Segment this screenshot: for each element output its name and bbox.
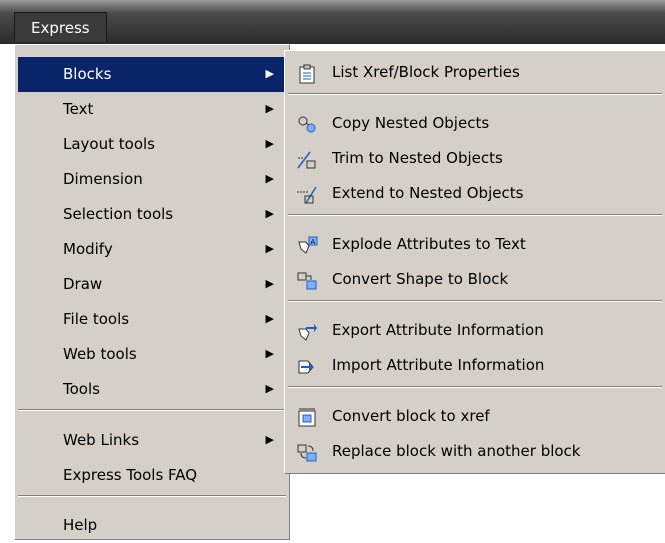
import-attributes-icon: [296, 355, 318, 375]
menu-item-label: Layout tools: [63, 135, 155, 153]
menu-item-selection-tools[interactable]: Selection tools ▶: [18, 197, 286, 232]
menu-item-label: Draw: [63, 275, 103, 293]
submenu-item-export-attribute-information[interactable]: Export Attribute Information: [288, 313, 660, 348]
menu-separator: [288, 300, 662, 302]
submenu-item-list-xref-block-properties[interactable]: List Xref/Block Properties: [288, 55, 660, 90]
menu-bar: Express: [0, 0, 665, 44]
submenu-item-replace-block-with-another-block[interactable]: Replace block with another block: [288, 434, 660, 469]
menu-item-label: File tools: [63, 310, 130, 328]
menu-item-file-tools[interactable]: File tools ▶: [18, 302, 286, 337]
trim-nested-icon: [296, 148, 318, 169]
submenu-arrow-icon: ▶: [265, 67, 274, 80]
submenu-item-label: Explode Attributes to Text: [332, 235, 526, 253]
menu-item-label: Help: [63, 516, 98, 534]
express-menu: Blocks ▶ Text ▶ Layout tools ▶ Dimension…: [14, 44, 290, 540]
submenu-item-import-attribute-information[interactable]: Import Attribute Information: [288, 348, 660, 383]
menu-separator: [18, 495, 286, 497]
menu-item-help[interactable]: Help: [18, 508, 286, 543]
menu-item-web-links[interactable]: Web Links ▶: [18, 423, 286, 458]
submenu-item-extend-to-nested-objects[interactable]: Extend to Nested Objects: [288, 176, 660, 211]
submenu-item-label: Extend to Nested Objects: [332, 184, 524, 202]
convert-xref-icon: [296, 406, 318, 427]
menu-item-label: Express Tools FAQ: [63, 466, 198, 484]
menu-item-label: Blocks: [63, 65, 112, 83]
drawing-area[interactable]: [290, 474, 665, 540]
explode-attributes-icon: A: [296, 234, 318, 254]
menu-item-tools[interactable]: Tools ▶: [18, 372, 286, 407]
convert-shape-icon: [296, 269, 318, 290]
submenu-arrow-icon: ▶: [265, 207, 274, 220]
submenu-arrow-icon: ▶: [265, 102, 274, 115]
list-properties-icon: [296, 62, 318, 84]
menu-item-blocks[interactable]: Blocks ▶: [18, 57, 286, 92]
submenu-item-label: Copy Nested Objects: [332, 114, 490, 132]
submenu-item-label: List Xref/Block Properties: [332, 63, 520, 81]
menu-item-label: Web tools: [63, 345, 137, 363]
submenu-item-label: Convert block to xref: [332, 407, 490, 425]
submenu-item-convert-block-to-xref[interactable]: Convert block to xref: [288, 399, 660, 434]
replace-block-icon: [296, 441, 318, 462]
menu-item-layout-tools[interactable]: Layout tools ▶: [18, 127, 286, 162]
menu-separator: [288, 93, 662, 95]
menu-separator: [288, 386, 662, 388]
submenu-arrow-icon: ▶: [265, 137, 274, 150]
submenu-arrow-icon: ▶: [265, 172, 274, 185]
extend-nested-icon: [296, 183, 318, 204]
submenu-item-label: Trim to Nested Objects: [332, 149, 503, 167]
submenu-arrow-icon: ▶: [265, 277, 274, 290]
submenu-arrow-icon: ▶: [265, 347, 274, 360]
submenu-item-explode-attributes-to-text[interactable]: A Explode Attributes to Text: [288, 227, 660, 262]
menu-item-label: Dimension: [63, 170, 143, 188]
menu-item-label: Modify: [63, 240, 113, 258]
submenu-arrow-icon: ▶: [265, 382, 274, 395]
submenu-arrow-icon: ▶: [265, 433, 274, 446]
submenu-item-trim-to-nested-objects[interactable]: Trim to Nested Objects: [288, 141, 660, 176]
copy-nested-icon: [296, 113, 318, 133]
submenu-item-label: Import Attribute Information: [332, 356, 545, 374]
menu-item-label: Web Links: [63, 431, 140, 449]
menu-item-modify[interactable]: Modify ▶: [18, 232, 286, 267]
menu-separator: [18, 409, 286, 411]
submenu-item-label: Replace block with another block: [332, 442, 581, 460]
menu-item-draw[interactable]: Draw ▶: [18, 267, 286, 302]
menu-item-label: Tools: [63, 380, 100, 398]
menu-item-express-tools-faq[interactable]: Express Tools FAQ: [18, 458, 286, 493]
menu-separator: [288, 214, 662, 216]
submenu-item-label: Convert Shape to Block: [332, 270, 509, 288]
menu-item-label: Text: [63, 100, 94, 118]
menu-item-dimension[interactable]: Dimension ▶: [18, 162, 286, 197]
svg-text:A: A: [311, 238, 316, 246]
submenu-arrow-icon: ▶: [265, 312, 274, 325]
export-attributes-icon: [296, 320, 318, 341]
submenu-item-convert-shape-to-block[interactable]: Convert Shape to Block: [288, 262, 660, 297]
submenu-item-copy-nested-objects[interactable]: Copy Nested Objects: [288, 106, 660, 141]
menu-item-label: Selection tools: [63, 205, 174, 223]
express-menu-title[interactable]: Express: [14, 12, 107, 42]
submenu-arrow-icon: ▶: [265, 242, 274, 255]
blocks-submenu: List Xref/Block Properties Copy Nested O…: [284, 50, 665, 474]
submenu-item-label: Export Attribute Information: [332, 321, 544, 339]
menu-item-text[interactable]: Text ▶: [18, 92, 286, 127]
menu-item-web-tools[interactable]: Web tools ▶: [18, 337, 286, 372]
